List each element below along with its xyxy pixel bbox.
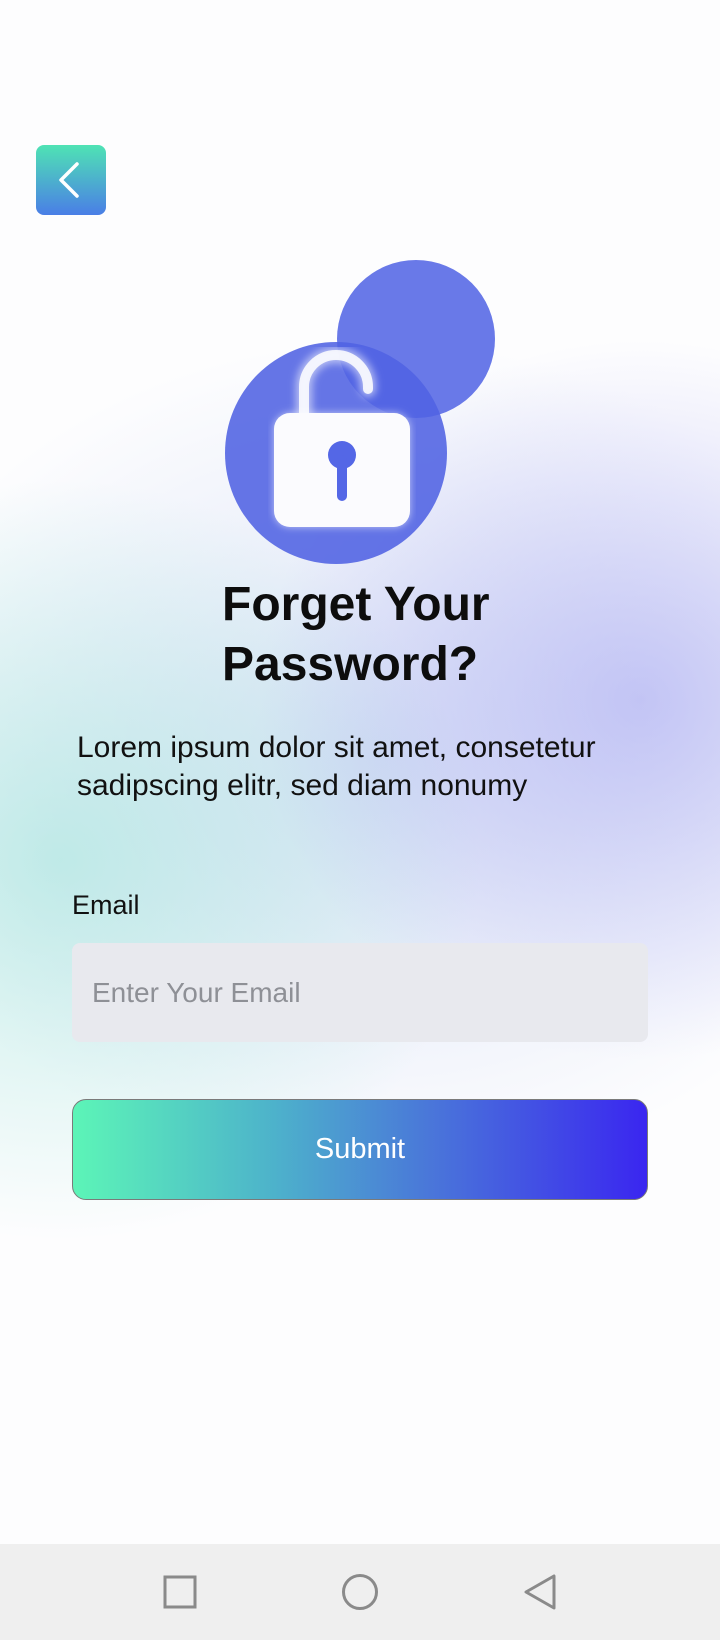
unlocked-padlock-icon	[274, 347, 410, 527]
submit-button[interactable]: Submit	[72, 1099, 648, 1200]
chevron-left-icon	[59, 162, 79, 198]
triangle-back-icon	[524, 1574, 556, 1610]
email-field[interactable]	[72, 943, 648, 1042]
circle-icon	[342, 1574, 378, 1610]
home-button[interactable]	[336, 1568, 384, 1616]
nav-back-button[interactable]	[516, 1568, 564, 1616]
back-button[interactable]	[36, 145, 106, 215]
page-subtitle: Lorem ipsum dolor sit amet, consetetur s…	[77, 729, 677, 805]
page-subtitle-line-1: Lorem ipsum dolor sit amet, consetetur	[77, 731, 596, 764]
hero-illustration	[220, 255, 500, 565]
page-title-line-2: Password?	[222, 638, 479, 691]
page-title-line-1: Forget Your	[222, 578, 490, 631]
page-title: Forget Your Password?	[222, 575, 642, 695]
page-subtitle-line-2: sadipscing elitr, sed diam nonumy	[77, 769, 528, 802]
square-icon	[163, 1575, 197, 1609]
system-navigation-bar	[0, 1544, 720, 1640]
recents-button[interactable]	[156, 1568, 204, 1616]
email-label: Email	[72, 890, 140, 920]
background-gradient	[0, 0, 720, 1640]
